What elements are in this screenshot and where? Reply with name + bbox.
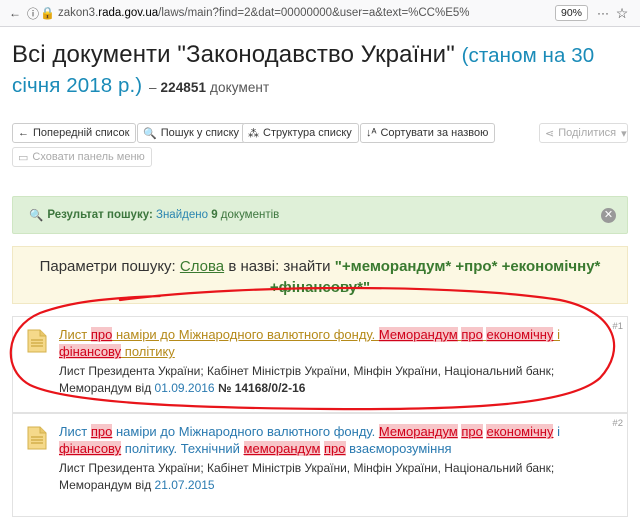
search-list-button[interactable]: 🔍 Пошук у списку [137, 123, 247, 143]
prev-list-button[interactable]: ← Попередній список [12, 123, 137, 143]
document-count: – 224851 документ [149, 80, 270, 95]
bookmark-star-icon[interactable]: ☆ [612, 5, 632, 22]
search-icon: 🔍 [29, 210, 44, 222]
info-icon[interactable]: ⓘ [26, 5, 40, 22]
close-icon[interactable]: ✕ [601, 208, 616, 223]
sort-alpha-icon: ↓ᴬ [366, 127, 377, 139]
sort-button[interactable]: ↓ᴬ Сортувати за назвою [360, 123, 496, 143]
result-item: #1 Лист про наміри до Міжнародного валют… [12, 316, 628, 413]
more-dots-icon[interactable]: ··· [594, 6, 612, 20]
result-date[interactable]: 01.09.2016 [155, 381, 215, 395]
result-date[interactable]: 21.07.2015 [155, 478, 215, 492]
share-button[interactable]: ⋖ Поділитися ▾ [539, 123, 628, 143]
panel-icon: ▭ [18, 151, 29, 164]
document-icon [27, 426, 47, 450]
page-title: Всі документи "Законодавство України" (с… [12, 41, 595, 97]
share-icon: ⋖ [545, 127, 555, 140]
sitemap-icon: ⁂ [248, 127, 259, 140]
arrow-left-icon: ← [18, 127, 29, 139]
document-icon [27, 329, 47, 353]
url-text[interactable]: zakon3.rada.gov.ua/laws/main?find=2&dat=… [54, 7, 555, 19]
field-link[interactable]: Слова [180, 258, 224, 275]
back-arrow-icon[interactable]: ← [8, 6, 22, 20]
result-number: #2 [612, 418, 623, 429]
structure-button[interactable]: ⁂ Структура списку [242, 123, 359, 143]
search-icon: 🔍 [143, 127, 157, 140]
search-params: Параметри пошуку: Слова в назві: знайти … [12, 246, 628, 304]
result-item: #2 Лист про наміри до Міжнародного валют… [12, 413, 628, 517]
zoom-badge[interactable]: 90% [554, 5, 588, 21]
result-meta: Лист Президента України; Кабінет Міністр… [59, 461, 555, 492]
caret-down-icon: ▾ [621, 127, 627, 140]
result-title-link[interactable]: Лист про наміри до Міжнародного валютног… [59, 423, 607, 457]
result-title-link[interactable]: Лист про наміри до Міжнародного валютног… [59, 326, 607, 360]
result-number: #1 [612, 321, 623, 332]
hide-menu-button[interactable]: ▭ Сховати панель меню [12, 147, 152, 167]
browser-address-bar: ← ⓘ 🔒 zakon3.rada.gov.ua/laws/main?find=… [0, 0, 640, 27]
result-meta: Лист Президента України; Кабінет Міністр… [59, 364, 555, 395]
lock-icon[interactable]: 🔒 [40, 6, 55, 20]
search-result-alert: 🔍 Результат пошуку: Знайдено 9 документі… [12, 196, 628, 234]
